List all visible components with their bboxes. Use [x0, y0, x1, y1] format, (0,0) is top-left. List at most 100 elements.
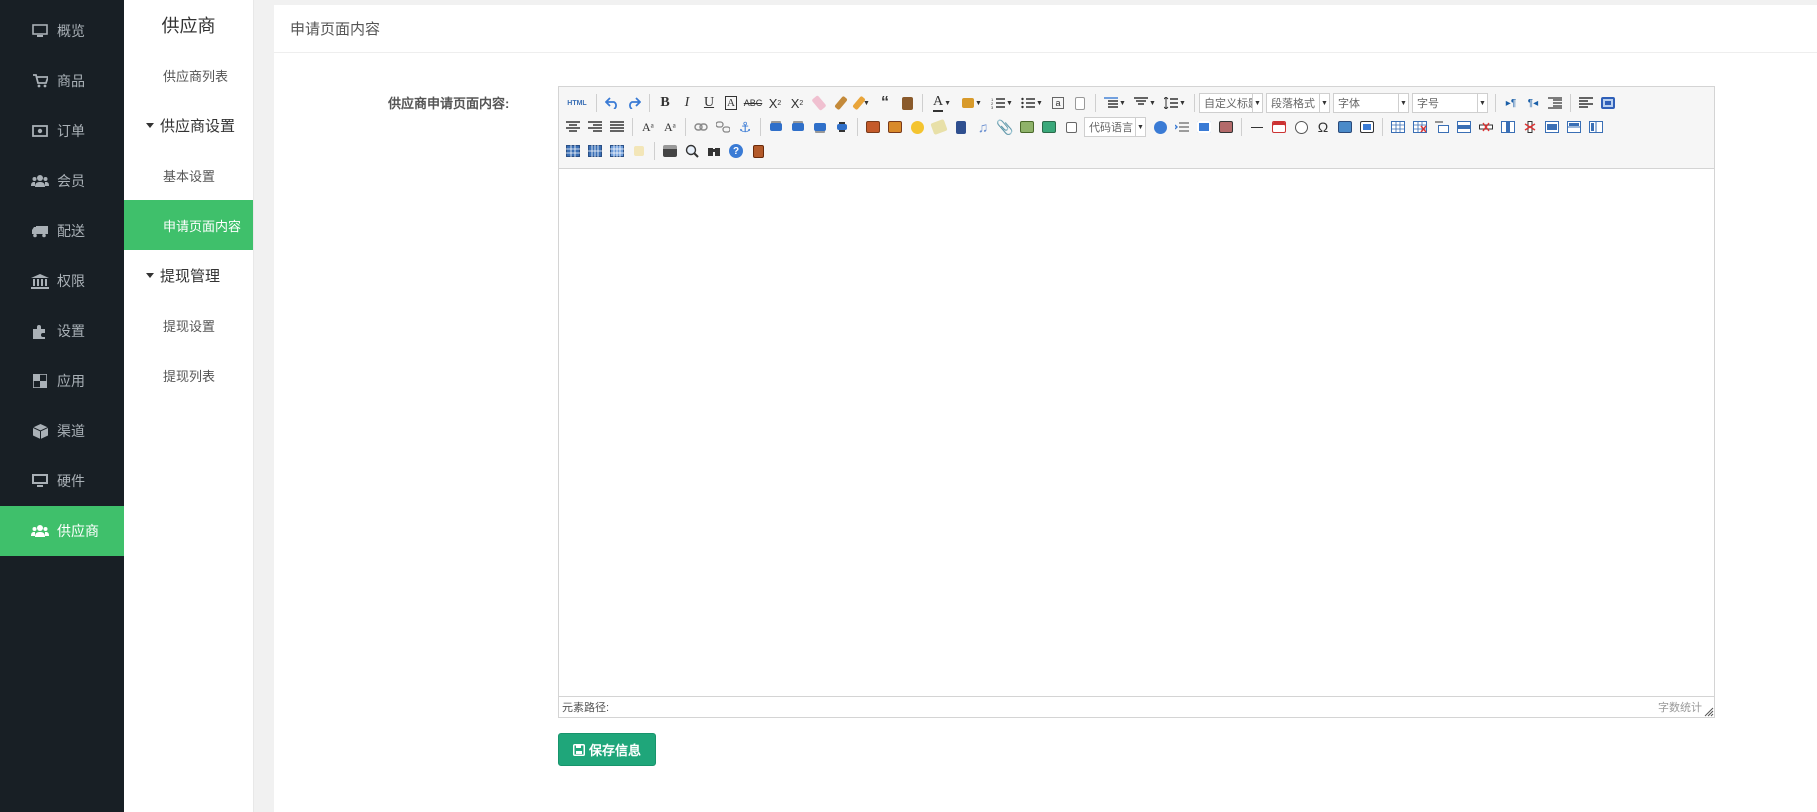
row-spacing-bottom-icon[interactable]: ▼: [1130, 93, 1160, 113]
delete-col-icon[interactable]: [1519, 117, 1541, 137]
google-map-icon[interactable]: [1038, 117, 1060, 137]
nav-item-orders[interactable]: 订单: [0, 106, 124, 156]
ordered-list-icon[interactable]: 1 2 3 ▼: [987, 93, 1017, 113]
bold-icon[interactable]: B: [654, 93, 676, 113]
paragraph-format-select[interactable]: 段落格式 ▼: [1266, 93, 1330, 113]
align-left-icon[interactable]: [1575, 93, 1597, 113]
nav-item-overview[interactable]: 概览: [0, 6, 124, 56]
clear-doc-icon[interactable]: [1069, 93, 1091, 113]
auto-typeset-icon[interactable]: ▼: [852, 93, 874, 113]
unordered-list-icon[interactable]: ▼: [1017, 93, 1047, 113]
sidebar-item-basic-settings[interactable]: 基本设置: [124, 150, 253, 200]
row-spacing-top-icon[interactable]: ▼: [1100, 93, 1130, 113]
nav-item-members[interactable]: 会员: [0, 156, 124, 206]
save-button[interactable]: 保存信息: [558, 733, 656, 766]
sidebar-item-apply-page-content[interactable]: 申请页面内容: [124, 200, 253, 250]
nav-item-permissions[interactable]: 权限: [0, 256, 124, 306]
align-center-icon[interactable]: [562, 117, 584, 137]
merge-cells-icon[interactable]: [1541, 117, 1563, 137]
nav-item-hardware[interactable]: 硬件: [0, 456, 124, 506]
date-icon[interactable]: [1268, 117, 1290, 137]
music-icon[interactable]: ♫: [972, 117, 994, 137]
split-to-cols-icon[interactable]: [584, 141, 606, 161]
chart-icon[interactable]: [628, 141, 650, 161]
multi-image-icon[interactable]: [884, 117, 906, 137]
editor-content-area[interactable]: [559, 169, 1714, 696]
uppercase-icon[interactable]: Aᵃ: [637, 117, 659, 137]
web-app-icon[interactable]: [1149, 117, 1171, 137]
insert-frame-icon[interactable]: [1060, 117, 1082, 137]
code-language-select[interactable]: 代码语言 ▼: [1084, 117, 1146, 137]
emoticon-icon[interactable]: [906, 117, 928, 137]
subscript-icon[interactable]: X2: [786, 93, 808, 113]
align-justify-icon[interactable]: [606, 117, 628, 137]
nav-item-channels[interactable]: 渠道: [0, 406, 124, 456]
nav-item-goods[interactable]: 商品: [0, 56, 124, 106]
blockquote-icon[interactable]: “: [874, 93, 896, 113]
search-icon[interactable]: [703, 141, 725, 161]
italic-icon[interactable]: I: [676, 93, 698, 113]
font-family-select[interactable]: 字体 ▼: [1333, 93, 1409, 113]
paste-plain-icon[interactable]: [896, 93, 918, 113]
template-icon[interactable]: [1193, 117, 1215, 137]
help-icon[interactable]: ?: [725, 141, 747, 161]
custom-heading-select[interactable]: 自定义标题 ▼: [1199, 93, 1263, 113]
insert-video-icon[interactable]: [950, 117, 972, 137]
html-source-button[interactable]: HTML: [562, 93, 592, 113]
image-center-icon[interactable]: [831, 117, 853, 137]
search-replace-icon[interactable]: [1356, 117, 1378, 137]
font-border-icon[interactable]: A: [720, 93, 742, 113]
merge-down-icon[interactable]: [1585, 117, 1607, 137]
insert-col-icon[interactable]: [1497, 117, 1519, 137]
font-color-icon[interactable]: A ▼: [927, 93, 957, 113]
horizontal-rule-icon[interactable]: [1246, 117, 1268, 137]
redo-icon[interactable]: [623, 93, 645, 113]
word-image-icon[interactable]: [1334, 117, 1356, 137]
image-none-icon[interactable]: [765, 117, 787, 137]
font-size-select[interactable]: 字号 ▼: [1412, 93, 1488, 113]
indent-icon[interactable]: [1544, 93, 1566, 113]
unlink-icon[interactable]: [712, 117, 734, 137]
time-icon[interactable]: [1290, 117, 1312, 137]
nav-item-delivery[interactable]: 配送: [0, 206, 124, 256]
line-height-icon[interactable]: ▼: [1160, 93, 1190, 113]
undo-icon[interactable]: [601, 93, 623, 113]
strikethrough-icon[interactable]: ABC: [742, 93, 764, 113]
image-right-icon[interactable]: [809, 117, 831, 137]
rtl-icon[interactable]: ¶◂: [1522, 93, 1544, 113]
scrawl-icon[interactable]: [928, 117, 950, 137]
map-icon[interactable]: [1016, 117, 1038, 137]
drafts-icon[interactable]: [747, 141, 769, 161]
split-to-cells-icon[interactable]: [606, 141, 628, 161]
lowercase-icon[interactable]: Aᵃ: [659, 117, 681, 137]
sidebar-group-supplier-settings[interactable]: 供应商设置: [124, 100, 253, 150]
print-icon[interactable]: [659, 141, 681, 161]
format-brush-icon[interactable]: [830, 93, 852, 113]
sidebar-item-withdraw-settings[interactable]: 提现设置: [124, 300, 253, 350]
sidebar-item-supplier-list[interactable]: 供应商列表: [124, 50, 253, 100]
nav-item-apps[interactable]: 应用: [0, 356, 124, 406]
merge-right-icon[interactable]: [1563, 117, 1585, 137]
delete-row-icon[interactable]: [1475, 117, 1497, 137]
resize-handle-icon[interactable]: [1704, 707, 1714, 717]
ltr-icon[interactable]: ▸¶: [1500, 93, 1522, 113]
delete-table-icon[interactable]: [1409, 117, 1431, 137]
superscript-icon[interactable]: X2: [764, 93, 786, 113]
fullscreen-icon[interactable]: [1597, 93, 1619, 113]
insert-table-icon[interactable]: [1387, 117, 1409, 137]
link-icon[interactable]: [690, 117, 712, 137]
page-break-icon[interactable]: [1171, 117, 1193, 137]
split-to-rows-icon[interactable]: [562, 141, 584, 161]
sidebar-group-withdraw[interactable]: 提现管理: [124, 250, 253, 300]
insert-row-icon[interactable]: [1453, 117, 1475, 137]
highlight-color-icon[interactable]: ▼: [957, 93, 987, 113]
preview-icon[interactable]: [681, 141, 703, 161]
anchor-icon[interactable]: ⚓: [734, 117, 756, 137]
underline-icon[interactable]: U: [698, 93, 720, 113]
sidebar-item-withdraw-list[interactable]: 提现列表: [124, 350, 253, 400]
eraser-icon[interactable]: [808, 93, 830, 113]
image-left-icon[interactable]: [787, 117, 809, 137]
attachment-icon[interactable]: 📎: [994, 117, 1016, 137]
insert-para-before-table-icon[interactable]: [1431, 117, 1453, 137]
nav-item-settings[interactable]: 设置: [0, 306, 124, 356]
